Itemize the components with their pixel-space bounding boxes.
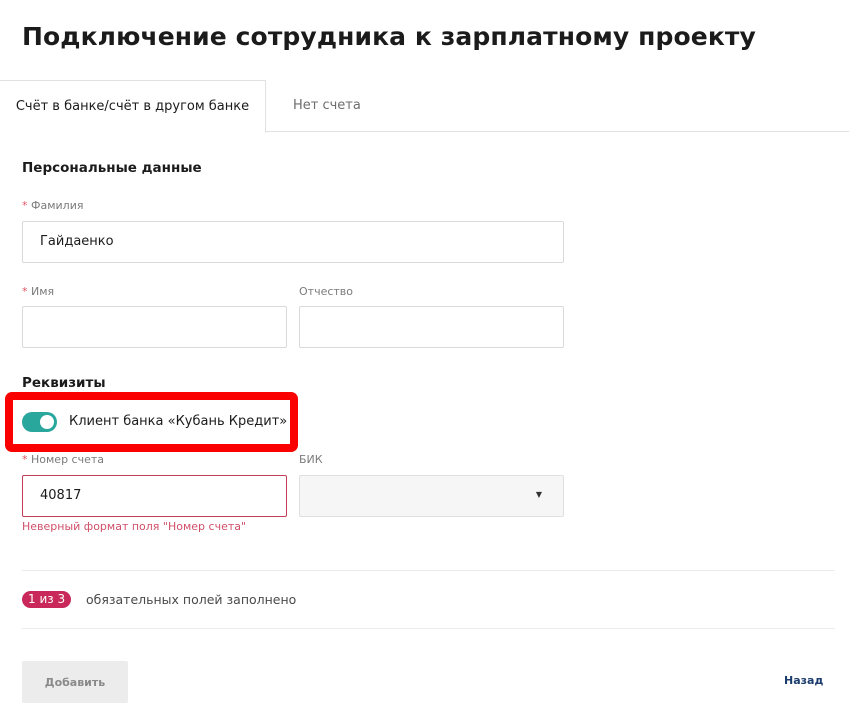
bik-label: БИК (299, 453, 323, 466)
personal-data-heading: Персональные данные (22, 160, 202, 176)
name-label-text: Имя (31, 285, 55, 298)
tab-existing-account[interactable]: Счёт в банке/счёт в другом банке (0, 80, 266, 133)
bik-select[interactable]: ▼ (299, 475, 564, 517)
chevron-down-icon: ▼ (535, 490, 542, 499)
name-field[interactable] (22, 306, 287, 348)
required-mark: * (22, 453, 28, 466)
back-link[interactable]: Назад (784, 674, 823, 687)
tab-no-account[interactable]: Нет счета (293, 80, 361, 132)
patronymic-field[interactable] (299, 306, 564, 348)
account-number-label: * Номер счета (22, 453, 104, 466)
name-label: * Имя (22, 285, 54, 298)
progress-badge: 1 из 3 (22, 591, 72, 608)
progress-text: обязательных полей заполнено (86, 592, 297, 607)
bank-client-toggle[interactable] (22, 412, 57, 432)
divider-bottom (22, 628, 835, 629)
bank-client-toggle-label: Клиент банка «Кубань Кредит» (69, 414, 288, 429)
required-mark: * (22, 285, 28, 298)
add-button[interactable]: Добавить (22, 661, 128, 703)
required-mark: * (22, 199, 28, 212)
account-number-label-text: Номер счета (31, 453, 105, 466)
toggle-knob (40, 415, 54, 429)
account-number-error: Неверный формат поля "Номер счета" (22, 520, 247, 533)
divider-top (22, 570, 835, 571)
surname-label: * Фамилия (22, 199, 83, 212)
surname-field[interactable]: Гайдаенко (22, 221, 564, 263)
page-title: Подключение сотрудника к зарплатному про… (22, 22, 756, 51)
requisites-heading: Реквизиты (22, 375, 106, 391)
account-number-field[interactable]: 40817 (22, 475, 287, 517)
patronymic-label: Отчество (299, 285, 354, 298)
surname-label-text: Фамилия (31, 199, 84, 212)
